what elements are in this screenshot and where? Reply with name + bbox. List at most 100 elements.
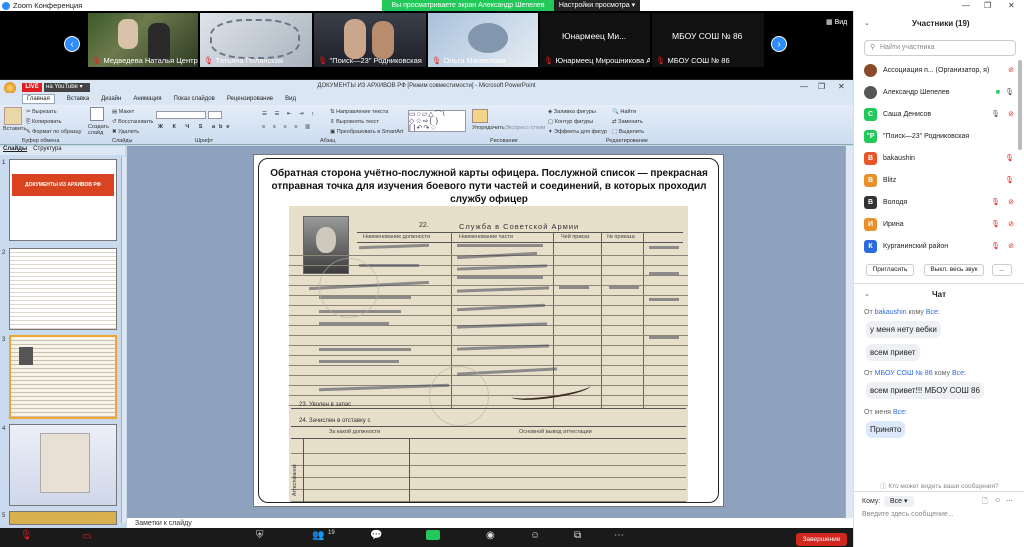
shape-effects-button[interactable]: ✦ Эффекты для фигур [548, 129, 607, 135]
next-page-button[interactable]: › [771, 36, 787, 52]
collapse-chevron-icon[interactable]: ⌄ [864, 19, 870, 27]
chat-privacy-link[interactable]: ⓘ Кто может видеть ваши сообщения? [880, 480, 999, 490]
slide-thumb-title: ДОКУМЕНТЫ ИЗ АРХИВОВ РФ [12, 174, 114, 196]
tab-design[interactable]: Дизайн [101, 96, 121, 102]
slide-thumbnail[interactable] [9, 424, 117, 506]
file-icon[interactable]: 🗋 [982, 497, 988, 508]
video-tile[interactable]: Юнармеец Ми... 🎙 Юнармеец Мирошникова А..… [540, 13, 650, 67]
reactions-icon[interactable]: ☺ [530, 530, 540, 541]
shape-outline-button[interactable]: ▢ Контур фигуры [548, 119, 593, 125]
emoji-icon[interactable]: ☺ [994, 497, 1001, 504]
maximize-icon[interactable]: ❐ [984, 0, 991, 11]
tab-view[interactable]: Вид [285, 96, 296, 102]
mute-all-button[interactable]: Выкл. весь звук [924, 264, 984, 276]
video-tile[interactable]: 🎙Медведева Наталья Центр д... [88, 13, 198, 67]
participant-search[interactable]: ⚲ Найти участника [864, 40, 1016, 56]
shape-fill-button[interactable]: ◈ Заливка фигуры [548, 109, 596, 115]
participants-scrollbar[interactable] [1018, 60, 1022, 150]
recipient-select[interactable]: Все ▾ [884, 496, 914, 507]
reset-button[interactable]: ↺ Восстановить [112, 119, 153, 125]
tab-review[interactable]: Рецензирование [227, 96, 273, 102]
share-screen-icon[interactable] [426, 530, 440, 540]
font-size-select[interactable] [208, 111, 222, 119]
video-tile[interactable]: 🎙 "Поиск—23" Родниковская [314, 13, 426, 67]
copy-button[interactable]: ⎘ Копировать [26, 119, 62, 126]
participant-row[interactable]: К Курганинский район 🎙 ⊘ [864, 235, 1014, 257]
new-slide-icon[interactable] [90, 107, 104, 121]
paste-icon[interactable] [4, 107, 22, 125]
align-buttons[interactable]: ≡ ≡ ≡ ≡ ▥ [262, 124, 313, 130]
quick-styles-button[interactable]: Экспресс-стили [505, 125, 545, 131]
layout-button[interactable]: ▤ Макет [112, 109, 134, 115]
arrange-icon[interactable] [472, 109, 488, 123]
more-icon[interactable]: ⋯ [614, 530, 624, 541]
view-button[interactable]: ▦ Вид [826, 18, 847, 26]
close-icon[interactable]: ✕ [1008, 0, 1015, 11]
collapse-chevron-icon[interactable]: ⌄ [864, 290, 870, 298]
slide-thumbnail[interactable] [9, 511, 117, 525]
cut-button[interactable]: ✂ Вырезать [26, 109, 57, 115]
participant-row[interactable]: Ассоциация п... (Организатор, я) ⊘ [864, 59, 1014, 81]
font-style-buttons[interactable]: Ж К Ч S abe [158, 124, 233, 130]
participant-row[interactable]: С Саша Денисов 🎙 ⊘ [864, 103, 1014, 125]
find-button[interactable]: 🔍 Найти [612, 109, 636, 115]
tab-slides[interactable]: Слайды [3, 146, 27, 155]
video-name: Юнармеец Мирошникова А... [555, 56, 650, 65]
align-text-button[interactable]: ⇕ Выровнять текст [330, 119, 379, 125]
arrange-button[interactable]: Упорядочить [472, 125, 505, 131]
tab-outline[interactable]: Структура [33, 146, 61, 155]
tab-insert[interactable]: Вставка [67, 96, 89, 102]
video-off-icon[interactable]: ▭ [82, 531, 91, 542]
text-direction-button[interactable]: ⇅ Направление текста [330, 109, 388, 115]
minimize-icon[interactable]: — [962, 0, 970, 11]
participants-icon[interactable]: 👥 [312, 530, 324, 541]
chat-icon[interactable]: 💬 [370, 530, 382, 541]
muted-mic-icon: 🎙 [1005, 155, 1014, 162]
participant-row[interactable]: В Володя 🎙 ⊘ [864, 191, 1014, 213]
video-tile[interactable]: 🎙 Татьяна Полянская [200, 13, 312, 67]
format-painter-button[interactable]: ✎ Формат по образцу [26, 129, 81, 135]
slide-thumbnail[interactable]: ДОКУМЕНТЫ ИЗ АРХИВОВ РФ [9, 159, 117, 241]
list-buttons[interactable]: ☰ ☰ ⇤ ⇥ ↕ [262, 111, 317, 117]
muted-mic-icon[interactable]: 🎙 [20, 530, 33, 541]
doc-col-header: № приказа [607, 234, 635, 240]
participant-row[interactable]: Александр Шепелев ■ 🎙 [864, 81, 1014, 103]
invite-button[interactable]: Пригласить [866, 264, 914, 276]
shapes-gallery[interactable]: ▭○▱△⌒\ ◇☆⇨{ } ⌈⌉↶↷♢ [408, 110, 466, 132]
more-options-button[interactable]: ... [992, 264, 1012, 276]
record-icon[interactable]: ◉ [486, 530, 495, 541]
participant-row[interactable]: И Ирина 🎙 ⊘ [864, 213, 1014, 235]
slide-thumbnail[interactable] [9, 248, 117, 330]
participant-row[interactable]: B bakaushin 🎙 [864, 147, 1014, 169]
ppt-close-icon[interactable]: ✕ [838, 82, 845, 91]
view-settings-button[interactable]: Настройки просмотра ▾ [554, 0, 640, 11]
ppt-minimize-icon[interactable]: — [800, 82, 808, 91]
font-name-select[interactable] [156, 111, 206, 119]
ppt-restore-icon[interactable]: ❐ [818, 82, 825, 91]
slides-panel-tabs: Слайды Структура [0, 146, 125, 155]
youtube-stream-button[interactable]: на YouTube ▾ [44, 83, 90, 92]
chat-input[interactable]: Введите здесь сообщение... [862, 511, 1018, 523]
slides-scrollbar[interactable] [121, 157, 126, 523]
security-icon[interactable]: ⛨ [256, 530, 264, 541]
smartart-button[interactable]: ▣ Преобразовать в SmartArt [330, 129, 403, 135]
slide-thumbnail-active[interactable] [9, 335, 117, 419]
apps-icon[interactable]: ⧉ [574, 530, 581, 541]
more-icon[interactable]: ⋯ [1006, 497, 1013, 505]
end-meeting-button[interactable]: Завершение [796, 533, 847, 546]
tab-slideshow[interactable]: Показ слайдов [174, 96, 215, 102]
video-tile[interactable]: 🎙 Ольга Манвелова [428, 13, 538, 67]
video-tile[interactable]: МБОУ СОШ № 86 🎙 МБОУ СОШ № 86 [652, 13, 764, 67]
tab-animation[interactable]: Анимация [133, 96, 161, 102]
slide-number: 1 [2, 160, 6, 166]
tab-home[interactable]: Главная [22, 94, 55, 104]
replace-button[interactable]: ⇄ Заменить [612, 119, 643, 125]
prev-page-button[interactable]: ‹ [64, 36, 80, 52]
participant-row[interactable]: B Blitz 🎙 [864, 169, 1014, 191]
new-slide-button[interactable]: Создать слайд [88, 124, 109, 136]
canvas-scrollbar[interactable] [845, 146, 853, 518]
delete-button[interactable]: ✖ Удалить [112, 129, 139, 135]
select-button[interactable]: ⬚ Выделить [612, 129, 644, 135]
participant-row[interactable]: "Р "Поиск—23" Родниковская [864, 125, 1014, 147]
paste-button[interactable]: Вставить [3, 126, 26, 132]
